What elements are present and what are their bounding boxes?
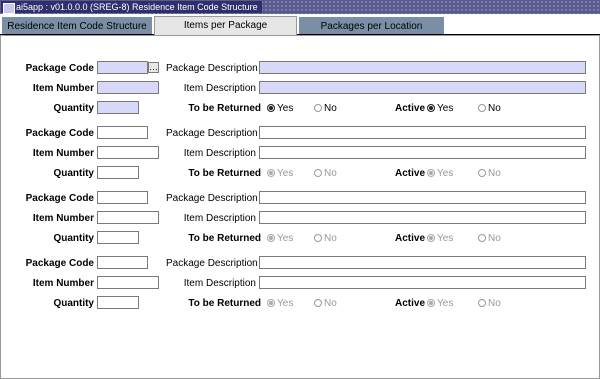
item-number-label: Item Number [32,148,94,159]
to-be-returned-label: To be Returned [188,103,261,114]
to-be-returned-no-label: No [324,298,337,309]
package-code-label: Package Code [25,258,94,269]
package-code-field[interactable] [97,126,148,139]
tab-residence-item-code-structure[interactable]: Residence Item Code Structure [2,17,152,34]
quantity-field[interactable] [97,296,139,309]
quantity-field[interactable] [97,166,139,179]
to-be-returned-no-radio[interactable] [314,234,322,242]
package-code-label: Package Code [25,63,94,74]
active-label: Active [394,103,425,114]
package-code-field[interactable] [97,256,148,269]
active-label: Active [394,168,425,179]
app-icon [3,3,15,14]
to-be-returned-no-radio[interactable] [314,169,322,177]
active-no-radio[interactable] [478,234,486,242]
to-be-returned-no-label: No [324,103,337,114]
item-description-label: Item Description [183,83,256,94]
window-title-text: ai5app : v01.0.0.0 (SREG-8) Residence It… [16,2,258,12]
to-be-returned-yes-label: Yes [277,168,294,179]
package-code-label: Package Code [25,128,94,139]
to-be-returned-yes-label: Yes [277,298,294,309]
to-be-returned-yes-radio[interactable] [267,234,275,242]
to-be-returned-no-label: No [324,233,337,244]
active-yes-label: Yes [437,298,454,309]
to-be-returned-yes-label: Yes [277,103,294,114]
package-description-field[interactable] [259,61,586,74]
active-yes-label: Yes [437,103,454,114]
active-yes-label: Yes [437,233,454,244]
to-be-returned-no-radio[interactable] [314,104,322,112]
package-description-label: Package Description [166,128,258,139]
active-label: Active [394,233,425,244]
package-code-label: Package Code [25,193,94,204]
quantity-label: Quantity [53,103,94,114]
to-be-returned-yes-radio[interactable] [267,299,275,307]
item-description-field[interactable] [259,276,586,289]
item-number-field[interactable] [97,146,159,159]
quantity-label: Quantity [53,233,94,244]
active-yes-radio[interactable] [427,234,435,242]
to-be-returned-label: To be Returned [188,168,261,179]
active-no-label: No [488,168,501,179]
tab-packages-per-location[interactable]: Packages per Location [299,17,444,34]
package-description-field[interactable] [259,256,586,269]
active-no-label: No [488,233,501,244]
item-number-label: Item Number [32,83,94,94]
quantity-label: Quantity [53,168,94,179]
item-number-label: Item Number [32,278,94,289]
item-number-field[interactable] [97,276,159,289]
title-bar: ai5app : v01.0.0.0 (SREG-8) Residence It… [0,0,600,14]
to-be-returned-yes-radio[interactable] [267,104,275,112]
tab-strip: Residence Item Code Structure Items per … [0,14,600,35]
active-no-radio[interactable] [478,169,486,177]
active-no-label: No [488,103,501,114]
item-description-field[interactable] [259,81,586,94]
package-description-field[interactable] [259,126,586,139]
window-title: ai5app : v01.0.0.0 (SREG-8) Residence It… [1,1,262,14]
package-description-field[interactable] [259,191,586,204]
active-no-label: No [488,298,501,309]
item-description-label: Item Description [183,213,256,224]
item-number-field[interactable] [97,81,159,94]
to-be-returned-no-radio[interactable] [314,299,322,307]
item-number-field[interactable] [97,211,159,224]
active-yes-radio[interactable] [427,169,435,177]
package-code-field[interactable] [97,191,148,204]
package-description-label: Package Description [166,193,258,204]
to-be-returned-label: To be Returned [188,233,261,244]
item-number-label: Item Number [32,213,94,224]
tab-items-per-package[interactable]: Items per Package [154,16,297,35]
active-no-radio[interactable] [478,104,486,112]
item-description-field[interactable] [259,211,586,224]
item-description-label: Item Description [183,278,256,289]
active-label: Active [394,298,425,309]
to-be-returned-yes-label: Yes [277,233,294,244]
package-description-label: Package Description [166,63,258,74]
to-be-returned-yes-radio[interactable] [267,169,275,177]
to-be-returned-no-label: No [324,168,337,179]
to-be-returned-label: To be Returned [188,298,261,309]
active-yes-label: Yes [437,168,454,179]
item-description-label: Item Description [183,148,256,159]
active-yes-radio[interactable] [427,299,435,307]
quantity-label: Quantity [53,298,94,309]
package-description-label: Package Description [166,258,258,269]
quantity-field[interactable] [97,101,139,114]
item-description-field[interactable] [259,146,586,159]
package-code-field[interactable] [97,61,148,74]
quantity-field[interactable] [97,231,139,244]
active-yes-radio[interactable] [427,104,435,112]
active-no-radio[interactable] [478,299,486,307]
lookup-ellipsis-button[interactable]: … [148,62,159,73]
